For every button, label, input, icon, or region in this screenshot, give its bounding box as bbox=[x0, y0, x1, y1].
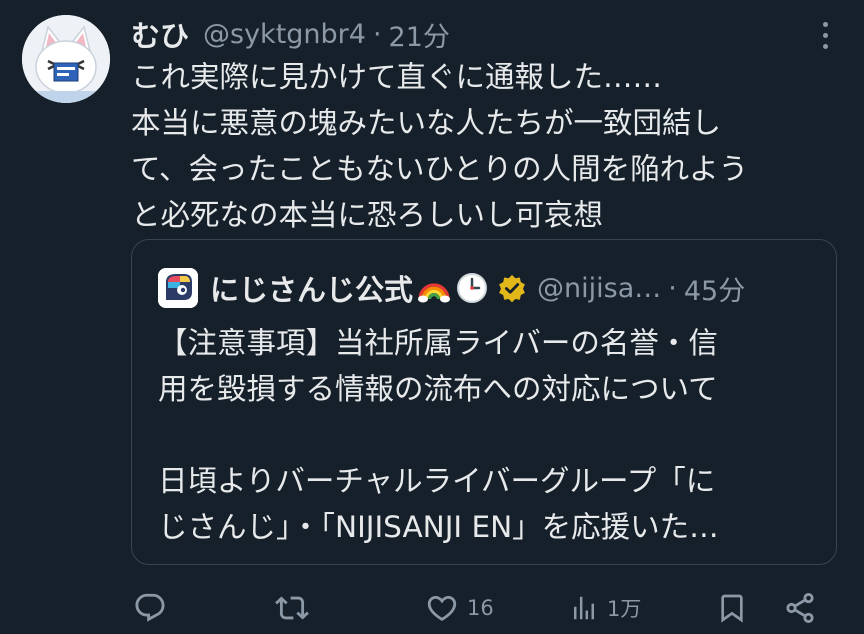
quoted-text-line: 用を毀損する情報の流布への対応について bbox=[158, 372, 718, 406]
share-icon bbox=[786, 592, 814, 624]
share-button[interactable] bbox=[783, 588, 817, 628]
quoted-tweet-card[interactable]: にじさんじ公式 @nijisa… · 45分 【注意事項】当社所属ライバーの名誉… bbox=[131, 239, 837, 565]
bookmark-button[interactable] bbox=[716, 588, 748, 628]
rainbow-emoji bbox=[417, 271, 451, 305]
author-name[interactable]: むひ bbox=[131, 13, 189, 55]
tweet-text-line: 本当に悪意の塊みたいな人たちが一致団結し bbox=[131, 106, 722, 140]
tweet-text-line: これ実際に見かけて直ぐに通報した…… bbox=[131, 60, 663, 94]
quoted-text-line: 日頃よりバーチャルライバーグループ「に bbox=[158, 464, 716, 498]
tweet-action-bar: 16 1万 bbox=[131, 588, 831, 628]
quoted-author-name[interactable]: にじさんじ公式 bbox=[210, 267, 413, 309]
quoted-text-line bbox=[158, 412, 818, 458]
gold-verified-badge[interactable] bbox=[497, 273, 527, 303]
like-count: 16 bbox=[467, 596, 494, 620]
views-count: 1万 bbox=[607, 597, 642, 621]
views-icon bbox=[574, 596, 594, 620]
quoted-text-line: 【注意事項】当社所属ライバーの名誉・信 bbox=[158, 326, 718, 360]
retweet-icon bbox=[275, 596, 309, 620]
author-avatar[interactable] bbox=[22, 15, 110, 103]
quoted-header-separator: · bbox=[668, 272, 677, 304]
tweet-text-line: と必死なの本当に恐ろしいし可哀想 bbox=[131, 198, 604, 232]
views-button[interactable]: 1万 bbox=[569, 588, 641, 628]
tweet-text: これ実際に見かけて直ぐに通報した…… 本当に悪意の塊みたいな人たちが一致団結し … bbox=[131, 54, 843, 238]
bookmark-icon bbox=[721, 594, 743, 623]
clock-emoji bbox=[455, 271, 489, 305]
reply-button[interactable] bbox=[133, 588, 175, 628]
quoted-tweet-header: にじさんじ公式 @nijisa… · 45分 bbox=[158, 268, 745, 308]
quoted-text-line: じさんじ」・「NIJISANJI EN」を応援いた… bbox=[158, 510, 719, 544]
tweet-timestamp[interactable]: 21分 bbox=[389, 15, 450, 54]
reply-icon bbox=[135, 593, 165, 622]
author-handle[interactable]: @syktgnbr4 bbox=[203, 19, 366, 50]
tweet-header: むひ @syktgnbr4 · 21分 bbox=[131, 14, 450, 54]
more-options-icon[interactable] bbox=[820, 22, 830, 50]
quoted-tweet-timestamp[interactable]: 45分 bbox=[684, 269, 745, 308]
like-button[interactable]: 16 bbox=[425, 588, 494, 628]
quoted-author-avatar[interactable] bbox=[158, 268, 198, 308]
tweet-text-line: て、会ったこともないひとりの人間を陥れよう bbox=[131, 152, 749, 186]
heart-icon bbox=[427, 595, 457, 621]
retweet-button[interactable] bbox=[275, 588, 317, 628]
header-separator: · bbox=[372, 18, 382, 50]
quoted-tweet-text: 【注意事項】当社所属ライバーの名誉・信 用を毀損する情報の流布への対応について … bbox=[158, 320, 818, 550]
quoted-author-handle[interactable]: @nijisa… bbox=[537, 273, 661, 304]
